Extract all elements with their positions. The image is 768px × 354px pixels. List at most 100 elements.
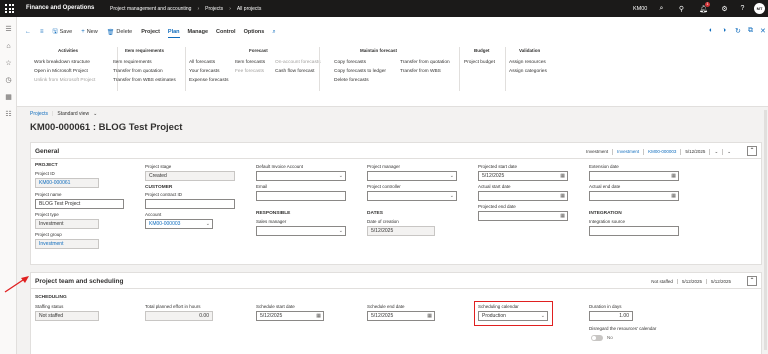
email-input[interactable] (256, 191, 346, 201)
on-account-forecasts-button[interactable]: On-account forecasts (275, 58, 321, 67)
breadcrumb-module[interactable]: Project management and accounting (110, 6, 191, 12)
project-name-input[interactable]: BLOG Test Project (35, 199, 124, 209)
disregard-calendar-toggle[interactable] (591, 335, 603, 341)
home-icon[interactable]: ⌂ (4, 42, 13, 51)
tab-project[interactable]: Project (141, 29, 160, 35)
transfer-from-wbs-button[interactable]: Transfer from WBS (400, 67, 450, 76)
sales-manager-select[interactable]: ⌄ (256, 226, 346, 236)
close-icon[interactable]: ✕ (760, 27, 766, 35)
project-controller-select[interactable]: ⌄ (367, 191, 457, 201)
default-invoice-select[interactable]: ⌄ (256, 171, 346, 181)
item-forecasts-button[interactable]: Item forecasts (235, 58, 265, 67)
copy-forecasts-button[interactable]: Copy forecasts (334, 58, 386, 67)
search-button[interactable]: ⌕ (272, 29, 275, 36)
copy-forecasts-to-ledger-button[interactable]: Copy forecasts to ledger (334, 67, 386, 76)
delete-forecasts-button[interactable]: Delete forecasts (334, 76, 386, 85)
project-group-input[interactable]: Investment (35, 239, 99, 249)
date-of-creation-input[interactable]: 5/12/2025 (367, 226, 435, 236)
total-effort-input[interactable]: 0.00 (145, 311, 213, 321)
scheduling-calendar-select[interactable]: Production ⌄ (478, 311, 548, 321)
projected-start-input[interactable]: 5/12/2025 ▦ (478, 171, 568, 181)
avatar[interactable]: MT (754, 3, 765, 14)
view-selector[interactable]: Standard view (57, 111, 89, 117)
breadcrumb-projects-link[interactable]: Projects (30, 111, 48, 117)
help-icon[interactable]: ? (737, 3, 748, 14)
actual-start-input[interactable]: ▦ (478, 191, 568, 201)
chevron-up-icon[interactable]: ⌃ (747, 276, 757, 286)
save-button[interactable]: 🖫︎ Save (53, 27, 73, 37)
tab-plan[interactable]: Plan (167, 29, 180, 38)
open-new-window-icon[interactable]: ⧉ (748, 27, 753, 35)
workspace-icon[interactable]: ▦ (4, 93, 13, 102)
calendar-icon[interactable]: ▦ (560, 192, 565, 200)
transfer-from-wbs-estimates-button[interactable]: Transfer from WBS estimates (113, 76, 176, 85)
project-manager-select[interactable]: ⌄ (367, 171, 457, 181)
section-integration: INTEGRATION (589, 211, 622, 216)
tab-manage[interactable]: Manage (188, 29, 208, 35)
calendar-icon[interactable]: ▦ (316, 312, 321, 320)
page-scrollbar[interactable] (764, 110, 767, 350)
tab-control[interactable]: Control (216, 29, 236, 35)
office-icon[interactable]: ◐ (709, 27, 713, 34)
tab-options[interactable]: Options (244, 29, 265, 35)
projected-end-input[interactable]: ▦ (478, 211, 568, 221)
fee-forecasts-button[interactable]: Fee forecasts (235, 67, 265, 76)
group-header: Forecast (249, 48, 268, 53)
project-contract-input[interactable] (145, 199, 235, 209)
magnifier-icon[interactable]: ⚲ (676, 3, 687, 14)
attachment-icon[interactable]: ◑ (722, 27, 726, 34)
unlink-ms-project-button[interactable]: Unlink from Microsoft Project (34, 76, 95, 85)
transfer-from-quotation-forecast-button[interactable]: Transfer from quotation (400, 58, 450, 67)
breadcrumb-projects[interactable]: Projects (205, 6, 223, 12)
project-budget-button[interactable]: Project budget (464, 58, 495, 67)
hamburger-icon[interactable]: ☰ (4, 25, 13, 34)
schedule-end-input[interactable]: 5/12/2025 ▦ (367, 311, 435, 321)
calendar-icon[interactable]: ▦ (671, 192, 676, 200)
list-icon[interactable]: ☷ (4, 110, 13, 119)
account-select[interactable]: KM00-000003 ⌄ (145, 219, 213, 229)
gear-icon[interactable]: ⚙ (719, 3, 730, 14)
chevron-up-icon[interactable]: ⌃ (747, 146, 757, 156)
app-name[interactable]: Finance and Operations (26, 5, 94, 11)
calendar-icon[interactable]: ▦ (560, 172, 565, 180)
project-id-input[interactable]: KM00-000061 (35, 178, 99, 188)
project-stage-input[interactable]: Created (145, 171, 235, 181)
your-forecasts-button[interactable]: Your forecasts (189, 67, 228, 76)
star-icon[interactable]: ☆ (4, 59, 13, 68)
back-button[interactable]: ← (25, 29, 31, 35)
expense-forecasts-button[interactable]: Expense forecasts (189, 76, 228, 85)
main-content: Projects | Standard view ⌄ KM00-000061 :… (4, 107, 768, 354)
calendar-icon[interactable]: ▦ (560, 212, 565, 220)
project-group-field: Project group Investment (35, 231, 99, 249)
integration-source-input[interactable] (589, 226, 679, 236)
schedule-start-input[interactable]: 5/12/2025 ▦ (256, 311, 324, 321)
calendar-icon[interactable]: ▦ (671, 172, 676, 180)
breadcrumb-all-projects[interactable]: All projects (237, 6, 261, 12)
project-type-input[interactable]: Investment (35, 219, 99, 229)
section-dates: DATES (367, 211, 383, 216)
transfer-from-quotation-button[interactable]: Transfer from quotation (113, 67, 176, 76)
all-forecasts-button[interactable]: All forecasts (189, 58, 228, 67)
assign-resources-button[interactable]: Assign resources (509, 58, 547, 67)
assign-categories-button[interactable]: Assign categories (509, 67, 547, 76)
search-icon[interactable]: ⌕ (656, 3, 667, 14)
chevron-down-icon[interactable]: ⌄ (93, 111, 97, 117)
clock-icon[interactable]: ◷ (4, 76, 13, 85)
company-picker[interactable]: KM00 (633, 6, 647, 12)
refresh-icon[interactable]: ↻ (735, 27, 741, 35)
item-requirements-button[interactable]: Item requirements (113, 58, 176, 67)
extension-date-input[interactable]: ▦ (589, 171, 679, 181)
work-breakdown-structure-button[interactable]: Work breakdown structure (34, 58, 95, 67)
calendar-icon[interactable]: ▦ (427, 312, 432, 320)
actual-end-input[interactable]: ▦ (589, 191, 679, 201)
new-button[interactable]: + New (81, 29, 98, 35)
app-launcher-icon[interactable] (5, 4, 14, 13)
cash-flow-forecast-button[interactable]: Cash flow forecast (275, 67, 321, 76)
fasttab-header[interactable]: General Investment Investment KM00-00000… (31, 143, 761, 159)
fasttab-header[interactable]: Project team and scheduling Not staffed … (31, 273, 761, 289)
menu-button[interactable]: ≡ (40, 29, 44, 35)
duration-input[interactable]: 1.00 (589, 311, 633, 321)
delete-button[interactable]: 🗑︎ Delete (107, 29, 133, 36)
open-in-ms-project-button[interactable]: Open in Microsoft Project (34, 67, 95, 76)
staffing-status-input[interactable]: Not staffed (35, 311, 99, 321)
